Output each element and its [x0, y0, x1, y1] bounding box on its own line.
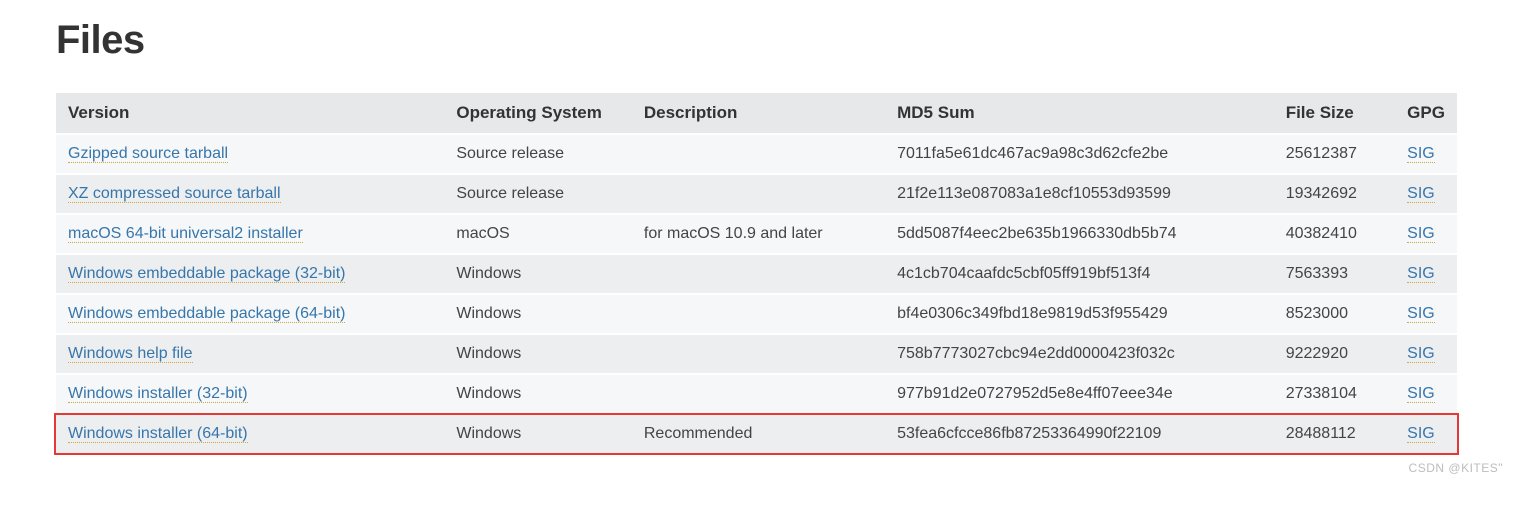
sig-link[interactable]: SIG — [1407, 265, 1435, 283]
sig-link[interactable]: SIG — [1407, 385, 1435, 403]
md5-cell: 5dd5087f4eec2be635b1966330db5b74 — [885, 215, 1274, 253]
table-row: Windows installer (64-bit) WindowsRecomme… — [56, 415, 1457, 453]
sig-link[interactable]: SIG — [1407, 425, 1435, 443]
description-cell — [632, 255, 885, 293]
table-wrapper: Version Operating System Description MD5… — [56, 91, 1457, 455]
table-row: macOS 64-bit universal2 installer macOSfo… — [56, 215, 1457, 253]
description-cell — [632, 375, 885, 413]
sig-link[interactable]: SIG — [1407, 185, 1435, 203]
filesize-cell: 7563393 — [1274, 255, 1395, 293]
md5-cell: 7011fa5e61dc467ac9a98c3d62cfe2be — [885, 135, 1274, 173]
page-title: Files — [56, 18, 1457, 63]
col-header-filesize: File Size — [1274, 93, 1395, 133]
version-link[interactable]: Windows installer (32-bit) — [68, 385, 248, 403]
sig-link[interactable]: SIG — [1407, 145, 1435, 163]
description-cell — [632, 135, 885, 173]
md5-cell: 977b91d2e0727952d5e8e4ff07eee34e — [885, 375, 1274, 413]
filesize-cell: 9222920 — [1274, 335, 1395, 373]
col-header-description: Description — [632, 93, 885, 133]
md5-cell: bf4e0306c349fbd18e9819d53f955429 — [885, 295, 1274, 333]
table-row: Windows embeddable package (64-bit) Windo… — [56, 295, 1457, 333]
col-header-os: Operating System — [444, 93, 632, 133]
filesize-cell: 25612387 — [1274, 135, 1395, 173]
filesize-cell: 27338104 — [1274, 375, 1395, 413]
files-table: Version Operating System Description MD5… — [56, 91, 1457, 455]
table-row: Gzipped source tarball Source release 7011… — [56, 135, 1457, 173]
md5-cell: 4c1cb704caafdc5cbf05ff919bf513f4 — [885, 255, 1274, 293]
os-cell: Source release — [444, 175, 632, 213]
sig-link[interactable]: SIG — [1407, 305, 1435, 323]
table-header-row: Version Operating System Description MD5… — [56, 93, 1457, 133]
page-container: Files Version Operating System Descripti… — [0, 18, 1513, 479]
version-link[interactable]: Windows embeddable package (32-bit) — [68, 265, 345, 283]
table-row: XZ compressed source tarball Source relea… — [56, 175, 1457, 213]
os-cell: macOS — [444, 215, 632, 253]
table-row: Windows help file Windows 758b7773027cbc94… — [56, 335, 1457, 373]
sig-link[interactable]: SIG — [1407, 225, 1435, 243]
description-cell — [632, 295, 885, 333]
os-cell: Windows — [444, 295, 632, 333]
version-link[interactable]: XZ compressed source tarball — [68, 185, 281, 203]
sig-link[interactable]: SIG — [1407, 345, 1435, 363]
col-header-gpg: GPG — [1395, 93, 1457, 133]
col-header-md5: MD5 Sum — [885, 93, 1274, 133]
description-cell: for macOS 10.9 and later — [632, 215, 885, 253]
table-row: Windows installer (32-bit) Windows 977b91d… — [56, 375, 1457, 413]
os-cell: Source release — [444, 135, 632, 173]
md5-cell: 21f2e113e087083a1e8cf10553d93599 — [885, 175, 1274, 213]
filesize-cell: 19342692 — [1274, 175, 1395, 213]
md5-cell: 758b7773027cbc94e2dd0000423f032c — [885, 335, 1274, 373]
watermark-text: CSDN @KITES" — [1409, 461, 1503, 475]
os-cell: Windows — [444, 255, 632, 293]
filesize-cell: 8523000 — [1274, 295, 1395, 333]
md5-cell: 53fea6cfcce86fb87253364990f22109 — [885, 415, 1274, 453]
col-header-version: Version — [56, 93, 444, 133]
version-link[interactable]: Windows embeddable package (64-bit) — [68, 305, 345, 323]
version-link[interactable]: Windows installer (64-bit) — [68, 425, 248, 443]
filesize-cell: 40382410 — [1274, 215, 1395, 253]
version-link[interactable]: Gzipped source tarball — [68, 145, 228, 163]
os-cell: Windows — [444, 375, 632, 413]
filesize-cell: 28488112 — [1274, 415, 1395, 453]
description-cell — [632, 175, 885, 213]
description-cell — [632, 335, 885, 373]
table-row: Windows embeddable package (32-bit) Windo… — [56, 255, 1457, 293]
version-link[interactable]: Windows help file — [68, 345, 193, 363]
version-link[interactable]: macOS 64-bit universal2 installer — [68, 225, 303, 243]
os-cell: Windows — [444, 415, 632, 453]
os-cell: Windows — [444, 335, 632, 373]
description-cell: Recommended — [632, 415, 885, 453]
